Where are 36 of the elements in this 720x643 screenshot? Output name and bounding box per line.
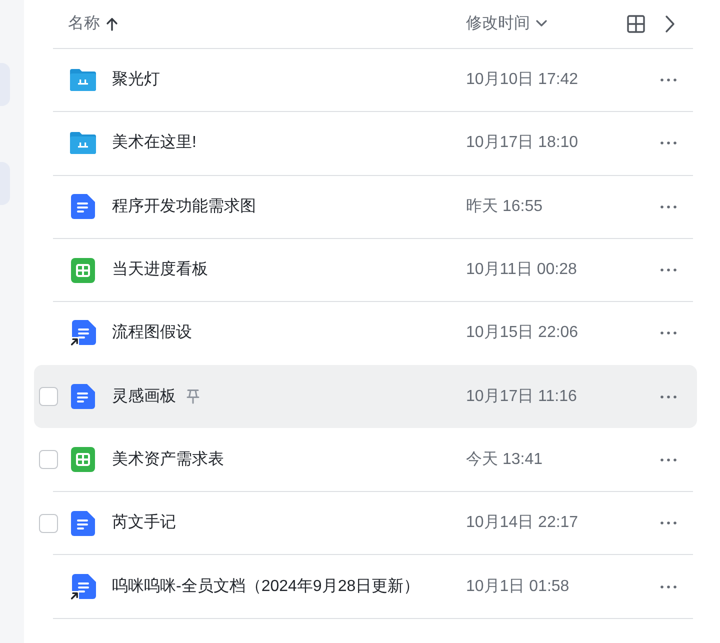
chevron-right-icon[interactable] <box>665 15 675 33</box>
more-icon[interactable] <box>660 458 677 462</box>
more-icon[interactable] <box>660 584 677 589</box>
modified-time: 10月17日 18:10 <box>466 134 578 152</box>
modified-time: 昨天 16:55 <box>466 198 542 215</box>
file-name[interactable]: 程序开发功能需求图 <box>112 194 256 219</box>
modified-time: 10月10日 17:42 <box>466 71 578 88</box>
file-name[interactable]: 流程图假设 <box>112 321 192 346</box>
more-icon[interactable] <box>660 331 677 336</box>
file-name[interactable]: 美术在这里! <box>112 131 196 156</box>
more-icon[interactable] <box>660 394 677 399</box>
more-icon[interactable] <box>660 141 677 146</box>
file-name[interactable]: 芮文手记 <box>112 511 176 536</box>
grid-view-icon[interactable] <box>627 15 645 33</box>
file-name[interactable]: 美术资产需求表 <box>112 448 224 472</box>
highlighted-file-row[interactable]: 灵感画板 10月17日 11:16 <box>34 365 697 428</box>
checkbox[interactable] <box>39 450 58 470</box>
more-icon[interactable] <box>660 268 677 272</box>
checkbox[interactable] <box>39 387 58 406</box>
column-header[interactable]: 名称 <box>68 14 118 34</box>
modified-time: 10月14日 22:17 <box>466 514 578 532</box>
file-name[interactable]: 当天进度看板 <box>112 258 208 282</box>
more-icon[interactable] <box>660 204 677 209</box>
file-name[interactable]: 呜咪呜咪-全员文档（2024年9月28日更新） <box>112 574 420 599</box>
modified-time: 10月1日 01:58 <box>466 578 570 595</box>
pin-icon[interactable] <box>186 389 200 404</box>
column-header[interactable]: 修改时间 <box>466 14 547 34</box>
modified-time: 10月17日 11:16 <box>466 388 577 405</box>
modified-time: 今天 13:41 <box>466 450 542 468</box>
modified-time: 10月15日 22:06 <box>466 324 578 342</box>
more-icon[interactable] <box>660 521 677 526</box>
file-name[interactable]: 灵感画板 <box>112 384 176 409</box>
checkbox[interactable] <box>39 514 58 533</box>
file-name[interactable]: 聚光灯 <box>112 68 160 92</box>
modified-time: 10月11日 00:28 <box>466 261 577 278</box>
more-icon[interactable] <box>660 78 677 82</box>
